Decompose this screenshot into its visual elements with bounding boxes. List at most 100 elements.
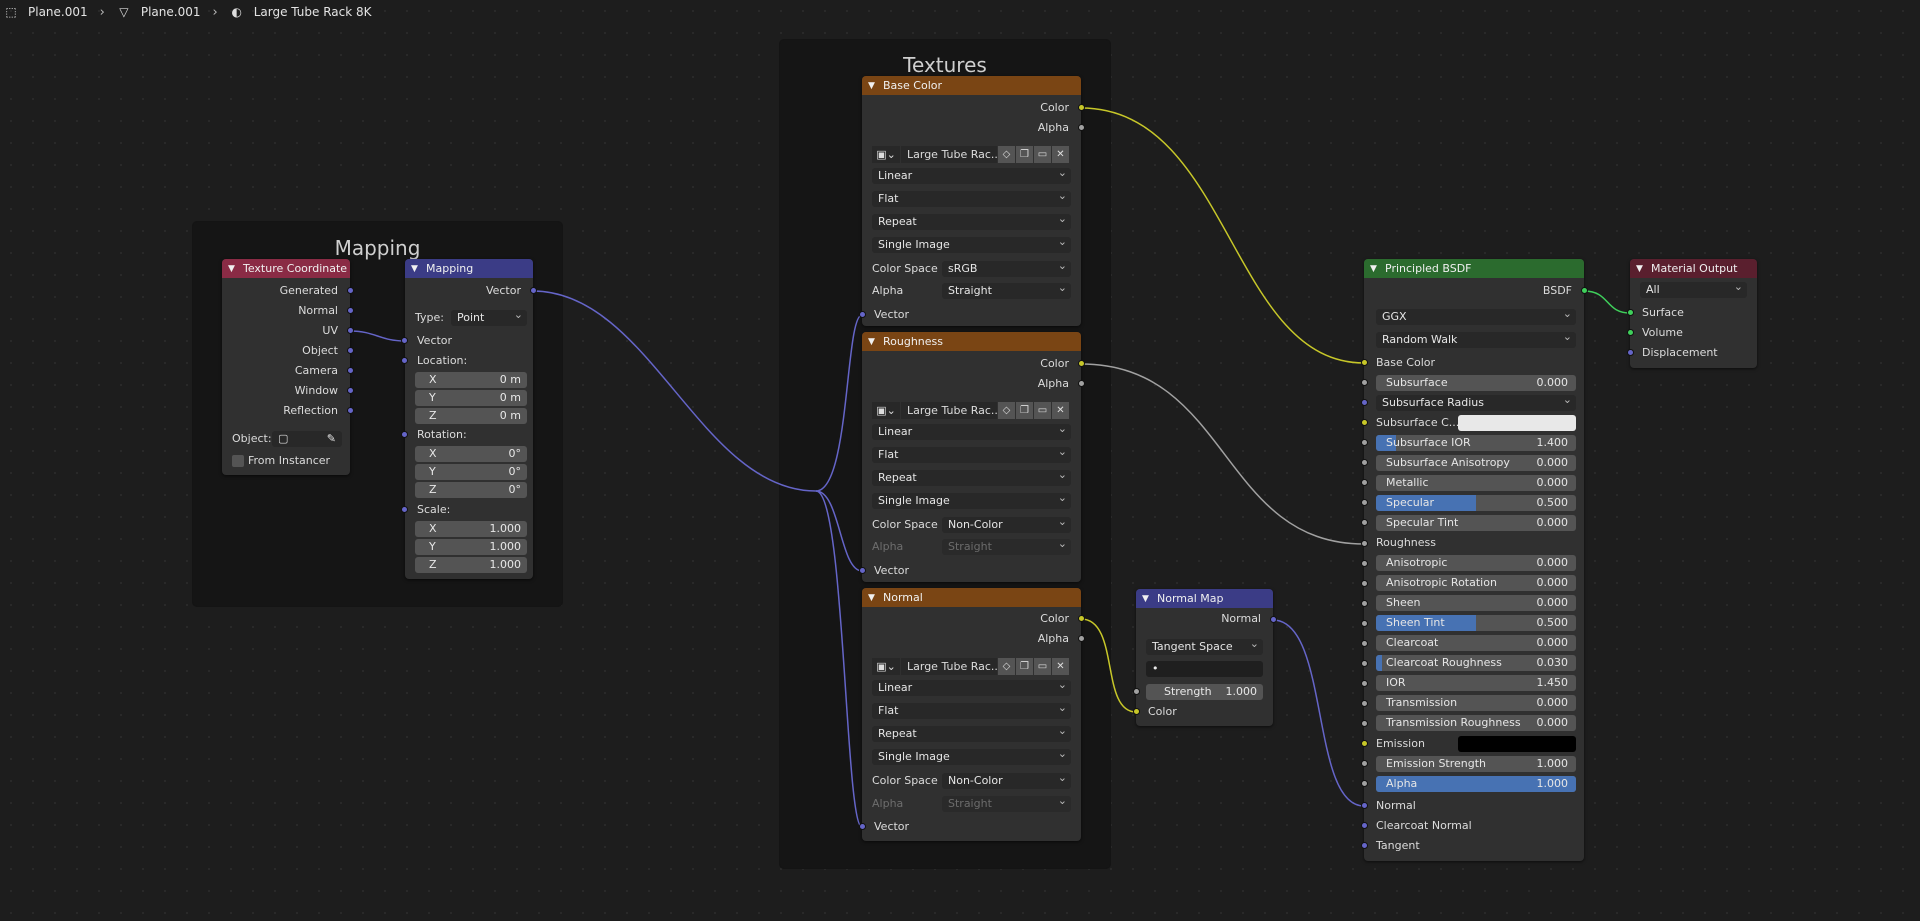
socket-base-vector-in[interactable] xyxy=(859,311,866,318)
projection-dropdown[interactable]: Flat xyxy=(872,444,1071,463)
socket-window[interactable] xyxy=(347,387,354,394)
node-principled-bsdf[interactable]: ▼Principled BSDF BSDF GGX Random Walk Ba… xyxy=(1364,259,1584,861)
socket-generated[interactable] xyxy=(347,287,354,294)
duplicate-icon[interactable]: ❐ xyxy=(1016,658,1033,675)
socket-bsdf-out[interactable] xyxy=(1581,287,1588,294)
interpolation-dropdown[interactable]: Linear xyxy=(872,421,1071,440)
socket-alpha-in[interactable] xyxy=(1361,780,1368,787)
extension-dropdown[interactable]: Repeat xyxy=(872,211,1071,230)
subsurface-method-dropdown[interactable]: Random Walk xyxy=(1376,329,1576,348)
projection-dropdown[interactable]: Flat xyxy=(872,188,1071,207)
socket-clearcoat-normal-in[interactable] xyxy=(1361,822,1368,829)
socket-normal-vector-in[interactable] xyxy=(859,823,866,830)
projection-dropdown[interactable]: Flat xyxy=(872,700,1071,719)
rotation-y-field[interactable]: Y 0° xyxy=(415,464,527,480)
chevron-down-icon[interactable]: ▼ xyxy=(411,264,423,274)
fake-user-icon[interactable]: ◇ xyxy=(998,402,1015,419)
image-browse-icon[interactable]: ▣⌄ xyxy=(872,658,900,675)
node-header[interactable]: ▼ Mapping xyxy=(405,259,533,278)
sheen-tint-slider[interactable]: Sheen Tint 0.500 xyxy=(1376,615,1576,631)
socket-subsurface-color-in[interactable] xyxy=(1361,419,1368,426)
clearcoat-slider[interactable]: Clearcoat 0.000 xyxy=(1376,635,1576,651)
alpha-slider[interactable]: Alpha 1.000 xyxy=(1376,776,1576,792)
strength-field[interactable]: Strength 1.000 xyxy=(1146,684,1263,700)
image-selector[interactable]: ▣⌄ Large Tube Rac... ◇ ❐ ▭ ✕ xyxy=(872,146,1069,163)
socket-base-alpha-out[interactable] xyxy=(1078,124,1085,131)
socket-ior-in[interactable] xyxy=(1361,680,1368,687)
location-z-field[interactable]: Z0 m xyxy=(415,408,527,424)
scale-x-field[interactable]: X 1.000 xyxy=(415,521,527,537)
socket-emission-in[interactable] xyxy=(1361,740,1368,747)
subsurface-radius-dropdown[interactable]: Subsurface Radius xyxy=(1376,392,1576,411)
image-browse-icon[interactable]: ▣⌄ xyxy=(872,146,900,163)
socket-normal-in[interactable] xyxy=(1361,802,1368,809)
chevron-down-icon[interactable]: ▼ xyxy=(228,264,240,274)
node-image-texture-normal[interactable]: ▼ Normal Color Alpha ▣⌄ Large Tube Rac...… xyxy=(862,588,1081,841)
extension-dropdown[interactable]: Repeat xyxy=(872,723,1071,742)
node-header[interactable]: ▼ Principled BSDF xyxy=(1364,259,1584,278)
emission-color-swatch[interactable] xyxy=(1458,736,1576,752)
node-header[interactable]: ▼ Normal xyxy=(862,588,1081,607)
anisotropic-slider[interactable]: Anisotropic 0.000 xyxy=(1376,555,1576,571)
chevron-down-icon[interactable]: ▼ xyxy=(868,593,880,603)
close-icon[interactable]: ✕ xyxy=(1052,658,1069,675)
image-name-field[interactable]: Large Tube Rac... xyxy=(901,146,997,163)
socket-subsurface-ior-in[interactable] xyxy=(1361,439,1368,446)
metallic-slider[interactable]: Metallic 0.000 xyxy=(1376,475,1576,491)
node-mapping[interactable]: ▼Mapping Vector Type: Point Vector Locat… xyxy=(405,259,533,579)
chevron-down-icon[interactable]: ▼ xyxy=(868,337,880,347)
socket-reflection[interactable] xyxy=(347,407,354,414)
alpha-mode-dropdown[interactable]: Straight xyxy=(942,280,1071,299)
node-material-output[interactable]: ▼Material Output All Surface Volume Disp… xyxy=(1630,259,1757,368)
specular-tint-slider[interactable]: Specular Tint 0.000 xyxy=(1376,515,1576,531)
socket-base-color-out[interactable] xyxy=(1078,104,1085,111)
socket-camera[interactable] xyxy=(347,367,354,374)
from-instancer-checkbox[interactable] xyxy=(232,455,244,467)
socket-anisotropic-rotation-in[interactable] xyxy=(1361,580,1368,587)
source-dropdown[interactable]: Single Image xyxy=(872,490,1071,509)
socket-mapping-scale[interactable] xyxy=(401,506,408,513)
chevron-down-icon[interactable]: ▼ xyxy=(1636,264,1648,274)
socket-tangent-in[interactable] xyxy=(1361,842,1368,849)
close-icon[interactable]: ✕ xyxy=(1052,146,1069,163)
color-space-dropdown[interactable]: sRGB xyxy=(942,258,1071,277)
folder-icon[interactable]: ▭ xyxy=(1034,146,1051,163)
interpolation-dropdown[interactable]: Linear xyxy=(872,677,1071,696)
subsurface-ior-slider[interactable]: Subsurface IOR 1.400 xyxy=(1376,435,1576,451)
rotation-z-field[interactable]: Z 0° xyxy=(415,482,527,498)
location-x-field[interactable]: X0 m xyxy=(415,372,527,388)
emission-strength-slider[interactable]: Emission Strength 1.000 xyxy=(1376,756,1576,772)
node-header[interactable]: ▼ Roughness xyxy=(862,332,1081,351)
chevron-down-icon[interactable]: ▼ xyxy=(1142,594,1154,604)
image-name-field[interactable]: Large Tube Rac... xyxy=(901,658,997,675)
image-selector[interactable]: ▣⌄ Large Tube Rac... ◇ ❐ ▭ ✕ xyxy=(872,658,1069,675)
transmission-slider[interactable]: Transmission 0.000 xyxy=(1376,695,1576,711)
scale-z-field[interactable]: Z 1.000 xyxy=(415,557,527,573)
source-dropdown[interactable]: Single Image xyxy=(872,234,1071,253)
ior-slider[interactable]: IOR 1.450 xyxy=(1376,675,1576,691)
socket-sheen-tint-in[interactable] xyxy=(1361,620,1368,627)
socket-transmission-roughness-in[interactable] xyxy=(1361,720,1368,727)
socket-surface-in[interactable] xyxy=(1627,309,1634,316)
chevron-down-icon[interactable]: ▼ xyxy=(868,81,880,91)
socket-mapping-location[interactable] xyxy=(401,357,408,364)
socket-uv[interactable] xyxy=(347,327,354,334)
socket-anisotropic-in[interactable] xyxy=(1361,560,1368,567)
folder-icon[interactable]: ▭ xyxy=(1034,658,1051,675)
sheen-slider[interactable]: Sheen 0.000 xyxy=(1376,595,1576,611)
socket-subsurface-radius-in[interactable] xyxy=(1361,399,1368,406)
socket-object[interactable] xyxy=(347,347,354,354)
type-dropdown[interactable]: Point xyxy=(451,307,527,326)
space-dropdown[interactable]: Tangent Space xyxy=(1146,636,1263,655)
socket-rough-alpha-out[interactable] xyxy=(1078,380,1085,387)
interpolation-dropdown[interactable]: Linear xyxy=(872,165,1071,184)
node-header[interactable]: ▼ Texture Coordinate xyxy=(222,259,350,278)
socket-transmission-in[interactable] xyxy=(1361,700,1368,707)
socket-subsurface-in[interactable] xyxy=(1361,379,1368,386)
extension-dropdown[interactable]: Repeat xyxy=(872,467,1071,486)
node-header[interactable]: ▼ Material Output xyxy=(1630,259,1757,278)
subsurface-anisotropy-slider[interactable]: Subsurface Anisotropy 0.000 xyxy=(1376,455,1576,471)
socket-normalmap-color-in[interactable] xyxy=(1133,708,1140,715)
folder-icon[interactable]: ▭ xyxy=(1034,402,1051,419)
target-dropdown[interactable]: All xyxy=(1640,279,1747,298)
